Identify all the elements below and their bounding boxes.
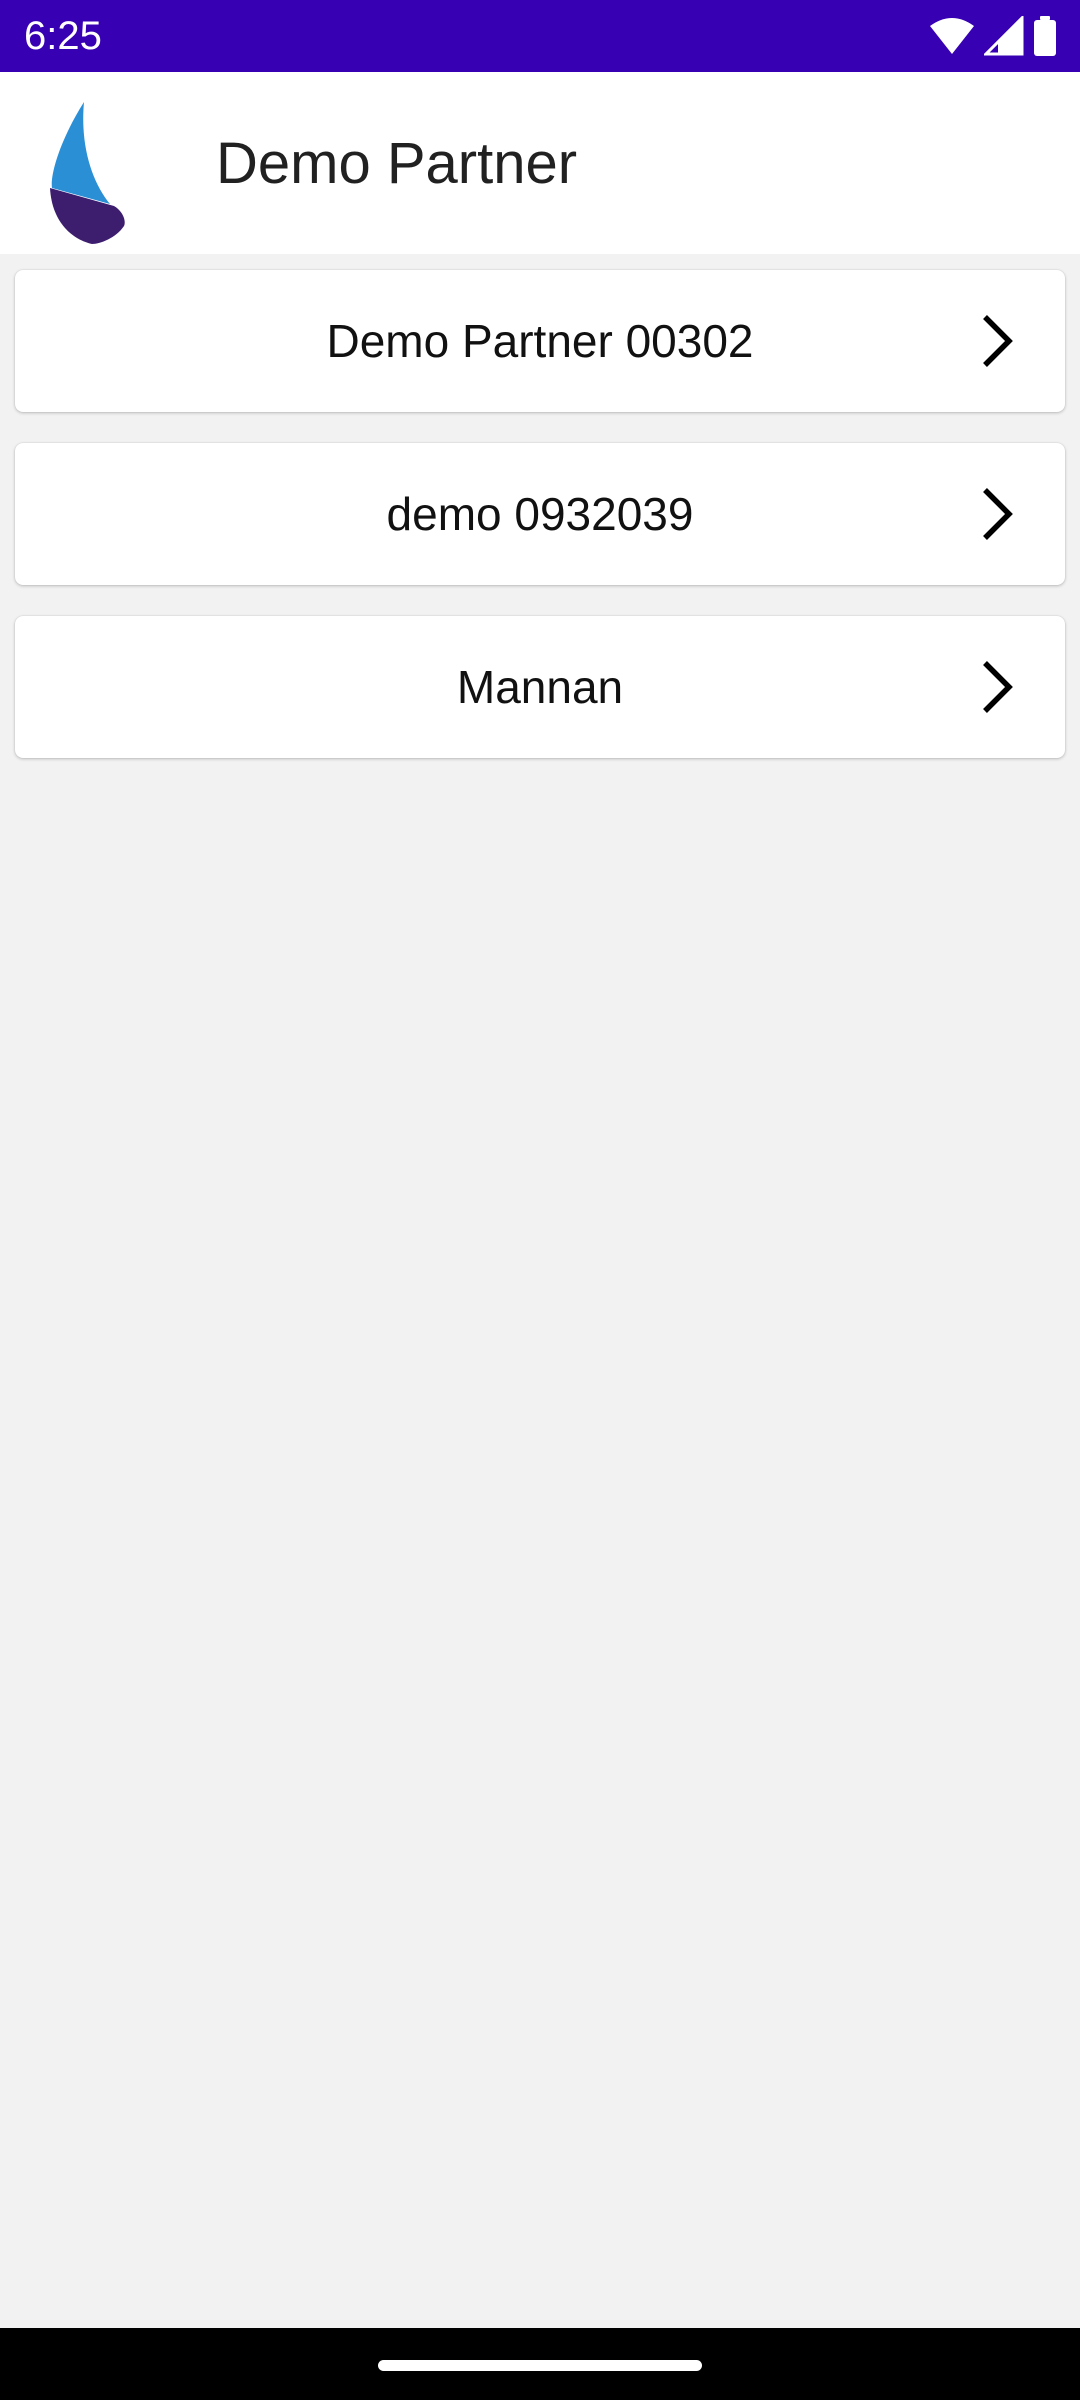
app-bar: Demo Partner [0,72,1080,254]
wifi-icon [928,16,976,56]
system-navigation-bar [0,2328,1080,2400]
partner-name: Demo Partner 00302 [326,315,754,367]
partner-list: Demo Partner 00302 demo 0932039 Mannan [15,270,1065,789]
partner-name: Mannan [456,661,624,713]
cellular-signal-icon [984,16,1024,56]
partner-list-item[interactable]: Demo Partner 00302 [15,270,1065,412]
battery-icon [1032,16,1058,56]
status-bar: 6:25 [0,0,1080,72]
chevron-right-icon [983,488,1013,540]
partner-name: demo 0932039 [386,488,694,540]
partner-list-item[interactable]: demo 0932039 [15,443,1065,585]
home-gesture-handle[interactable] [378,2360,702,2371]
partner-list-item[interactable]: Mannan [15,616,1065,758]
chevron-right-icon [983,315,1013,367]
status-icons [928,14,1058,58]
status-time: 6:25 [24,14,102,58]
chevron-right-icon [983,661,1013,713]
sail-logo [50,102,125,244]
page-title: Demo Partner [216,130,578,196]
